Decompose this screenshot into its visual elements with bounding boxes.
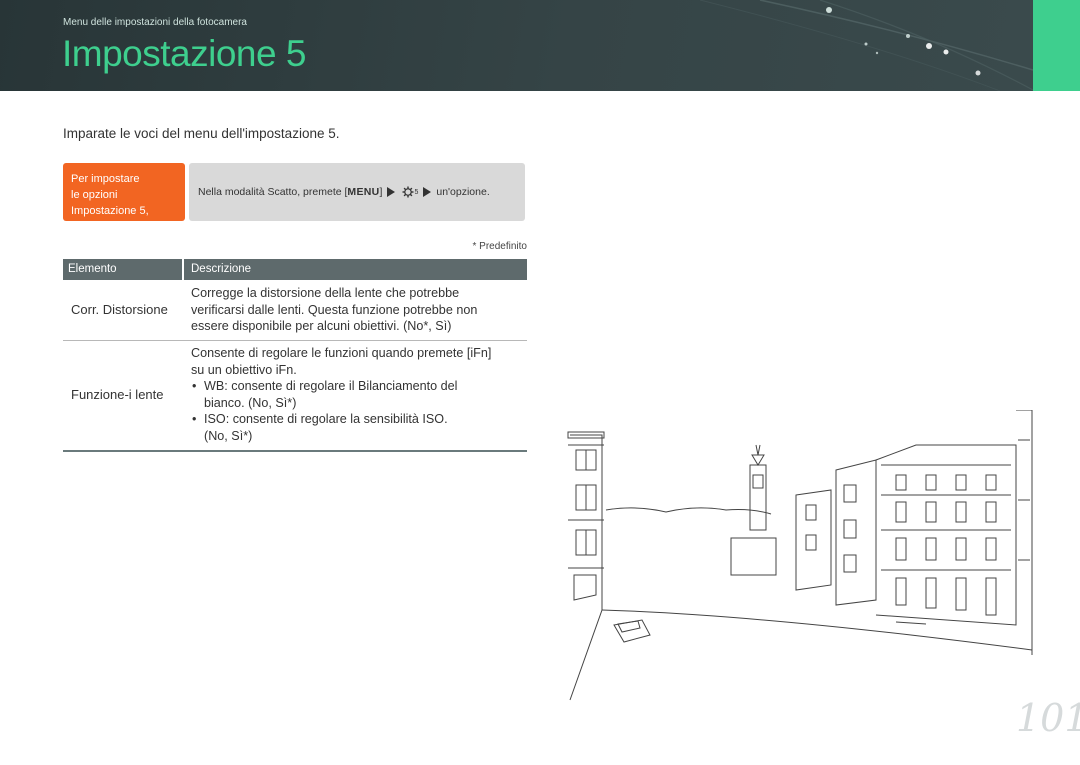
howto-label-line: le opzioni <box>71 189 118 201</box>
settings-number: 5 <box>414 188 419 196</box>
howto-label-line: Per impostare <box>71 173 140 185</box>
row-description: Corregge la distorsione della lente che … <box>191 285 527 335</box>
default-note: * Predefinito <box>472 241 527 252</box>
row-item: Corr. Distorsione <box>71 302 168 317</box>
arrow-right-icon <box>423 187 432 197</box>
bullet-item: ISO: consente di regolare la sensibilità… <box>191 411 527 444</box>
page-title: Impostazione 5 <box>62 33 306 74</box>
row-description: Consente di regolare le funzioni quando … <box>191 345 527 445</box>
table-row: Corr. Distorsione Corregge la distorsion… <box>63 280 527 341</box>
howto-text-before: Nella modalità Scatto, premete [ <box>198 186 348 198</box>
menu-key-label: MENU <box>347 186 380 198</box>
settings-gear-icon <box>402 186 414 198</box>
chapter-tab <box>1033 0 1080 91</box>
arrow-right-icon <box>387 187 396 197</box>
description-line: Corregge la distorsione della lente che … <box>191 286 460 300</box>
howto-instructions: Nella modalità Scatto, premete [MENU] 5 … <box>189 163 525 221</box>
description-line: essere disponibile per alcuni obiettivi.… <box>191 319 452 334</box>
intro-text: Imparate le voci del menu dell'impostazi… <box>63 126 340 141</box>
column-header: Descrizione <box>191 263 252 275</box>
bullet-line: bianco. (No, Sì*) <box>204 395 297 410</box>
description-line: verificarsi dalle lenti. Questa funzione… <box>191 302 478 317</box>
bullet-line: ISO: consente di regolare la sensibilità… <box>204 412 448 427</box>
table-row: Funzione-i lente Consente di regolare le… <box>63 341 527 452</box>
howto-bracket: ] <box>379 186 383 198</box>
breadcrumb: Menu delle impostazioni della fotocamera <box>63 17 247 28</box>
howto-label: Per impostare le opzioni Impostazione 5, <box>63 163 185 221</box>
header-banner: Menu delle impostazioni della fotocamera… <box>0 0 1033 91</box>
column-header: Elemento <box>68 263 117 275</box>
city-sketch-illustration <box>567 410 1033 701</box>
description-line: su un obiettivo iFn. <box>191 362 297 377</box>
page-number: 101 <box>1016 696 1080 740</box>
howto-text-after: un'opzione. <box>436 186 490 198</box>
bullet-line: (No, Sì*) <box>204 428 253 443</box>
howto-label-line: Impostazione 5, <box>71 205 149 217</box>
settings-table: Elemento Descrizione Corr. Distorsione C… <box>63 259 527 452</box>
bullet-line: WB: consente di regolare il Bilanciament… <box>204 379 458 394</box>
bullet-item: WB: consente di regolare il Bilanciament… <box>191 378 527 411</box>
table-header: Elemento Descrizione <box>63 259 527 280</box>
column-divider <box>182 259 184 280</box>
description-line: Consente di regolare le funzioni quando … <box>191 346 492 360</box>
row-item: Funzione-i lente <box>71 387 164 402</box>
